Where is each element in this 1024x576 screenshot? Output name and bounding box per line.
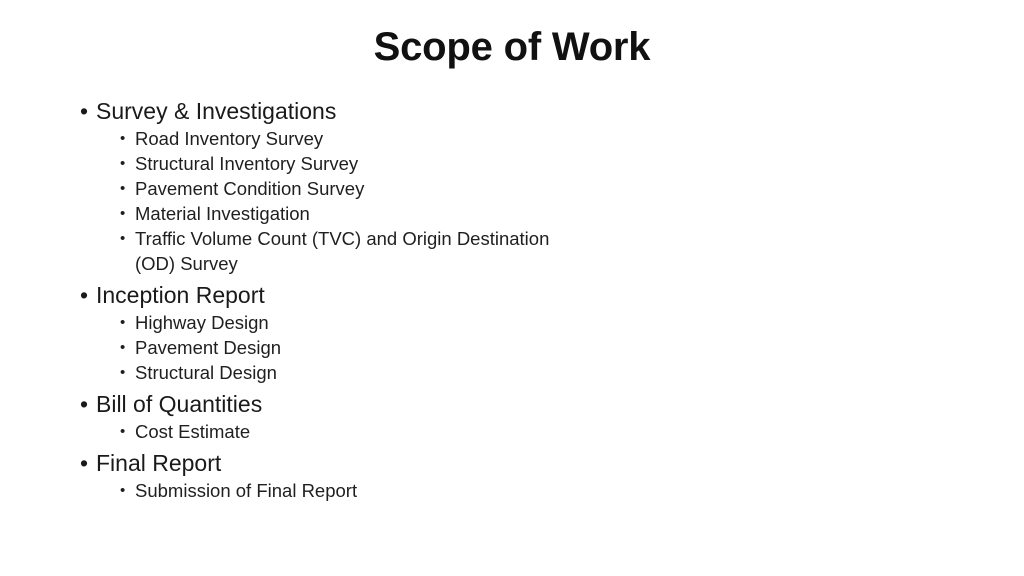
bullet-icon: • xyxy=(120,180,126,197)
page-title: Scope of Work xyxy=(373,25,651,69)
outline-group: • Inception Report • Highway Design • Pa… xyxy=(72,280,592,385)
outline-level2-label: Highway Design xyxy=(135,312,269,333)
outline-level1-label: Survey & Investigations xyxy=(96,98,337,124)
outline-level1-label: Inception Report xyxy=(96,282,265,308)
outline-group: • Survey & Investigations • Road Invento… xyxy=(72,96,592,276)
outline-level2-item[interactable]: • Structural Design xyxy=(72,360,592,385)
bullet-icon: • xyxy=(80,98,89,124)
bullet-icon: • xyxy=(80,391,89,417)
outline-level2-item[interactable]: • Pavement Design xyxy=(72,335,592,360)
outline-level1-item[interactable]: • Survey & Investigations xyxy=(72,96,592,126)
bullet-icon: • xyxy=(120,423,126,440)
bullet-icon: • xyxy=(120,482,126,499)
outline-level2-item[interactable]: • Traffic Volume Count (TVC) and Origin … xyxy=(72,226,592,276)
bullet-icon: • xyxy=(120,364,126,381)
bullet-icon: • xyxy=(80,450,89,476)
outline-level2-label: Pavement Condition Survey xyxy=(135,178,365,199)
outline-level2-label: Material Investigation xyxy=(135,203,310,224)
outline-body: • Survey & Investigations • Road Invento… xyxy=(72,96,592,503)
outline-level2-label: Submission of Final Report xyxy=(135,480,358,501)
outline-group: • Final Report • Submission of Final Rep… xyxy=(72,448,592,503)
outline-level2-item[interactable]: • Highway Design xyxy=(72,310,592,335)
outline-level1-label: Final Report xyxy=(96,450,222,476)
outline-level2-item[interactable]: • Submission of Final Report xyxy=(72,478,592,503)
outline-level2-item[interactable]: • Pavement Condition Survey xyxy=(72,176,592,201)
outline-level1-item[interactable]: • Inception Report xyxy=(72,280,592,310)
bullet-icon: • xyxy=(120,314,126,331)
outline-level2-item[interactable]: • Cost Estimate xyxy=(72,419,592,444)
outline-level2-list: • Submission of Final Report xyxy=(72,478,592,503)
outline-level2-item[interactable]: • Material Investigation xyxy=(72,201,592,226)
outline-level1-item[interactable]: • Bill of Quantities xyxy=(72,389,592,419)
outline-level2-label: Road Inventory Survey xyxy=(135,128,324,149)
bullet-icon: • xyxy=(120,130,126,147)
outline-level2-label: Structural Inventory Survey xyxy=(135,153,359,174)
bullet-icon: • xyxy=(80,282,89,308)
outline-level1-label: Bill of Quantities xyxy=(96,391,263,417)
bullet-icon: • xyxy=(120,155,126,172)
bullet-icon: • xyxy=(120,205,126,222)
outline-group: • Bill of Quantities • Cost Estimate xyxy=(72,389,592,444)
outline-level2-label: Structural Design xyxy=(135,362,277,383)
outline-level2-item[interactable]: • Structural Inventory Survey xyxy=(72,151,592,176)
outline-level2-list: • Cost Estimate xyxy=(72,419,592,444)
slide-canvas: Scope of Work • Survey & Investigations … xyxy=(0,0,1024,576)
outline-level2-label: Traffic Volume Count (TVC) and Origin De… xyxy=(135,228,550,274)
outline-level2-list: • Highway Design • Pavement Design • Str… xyxy=(72,310,592,385)
outline-level1-item[interactable]: • Final Report xyxy=(72,448,592,478)
outline-level2-item[interactable]: • Road Inventory Survey xyxy=(72,126,592,151)
outline-level2-label: Cost Estimate xyxy=(135,421,251,442)
outline-level2-label: Pavement Design xyxy=(135,337,282,358)
bullet-icon: • xyxy=(120,339,126,356)
outline-level2-list: • Road Inventory Survey • Structural Inv… xyxy=(72,126,592,276)
bullet-icon: • xyxy=(120,230,126,247)
